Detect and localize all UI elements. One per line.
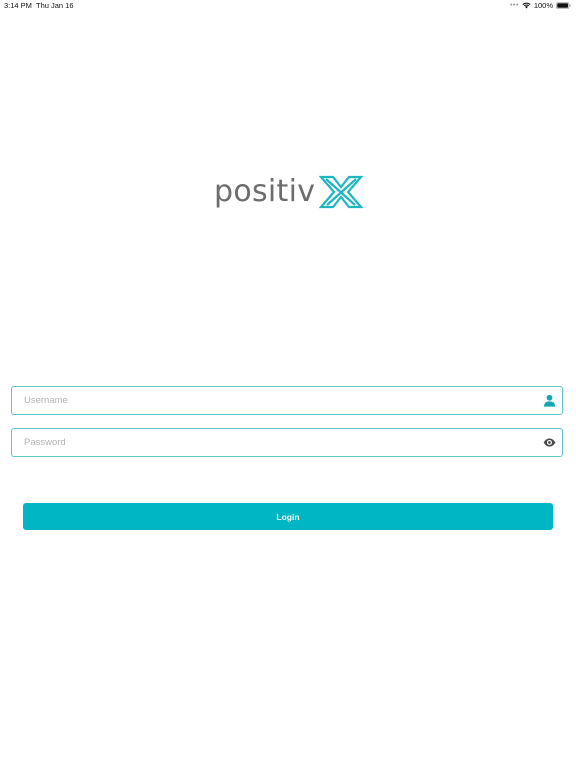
logo-x-mark-icon [319,175,364,209]
username-field[interactable] [11,386,563,415]
battery-percentage: 100% [533,1,553,10]
login-button[interactable]: Login [23,503,553,530]
status-indicators: ••• 100% [510,1,571,10]
status-bar: 3:14 PM Thu Jan 16 ••• 100% [0,0,576,12]
logo-wordmark: positiv [214,174,316,209]
username-input[interactable] [24,387,534,414]
battery-icon [556,2,571,9]
login-screen: 3:14 PM Thu Jan 16 ••• 100% positiv User… [0,0,576,768]
multitasking-dots-icon: ••• [509,2,519,9]
status-time: 3:14 PM [4,1,32,10]
eye-icon[interactable] [543,436,556,449]
password-input[interactable] [24,429,534,456]
user-icon [543,394,556,407]
positivx-logo: positiv [214,172,364,212]
status-date: Thu Jan 16 [36,1,74,10]
wifi-icon [522,2,531,9]
password-field[interactable] [11,428,563,457]
